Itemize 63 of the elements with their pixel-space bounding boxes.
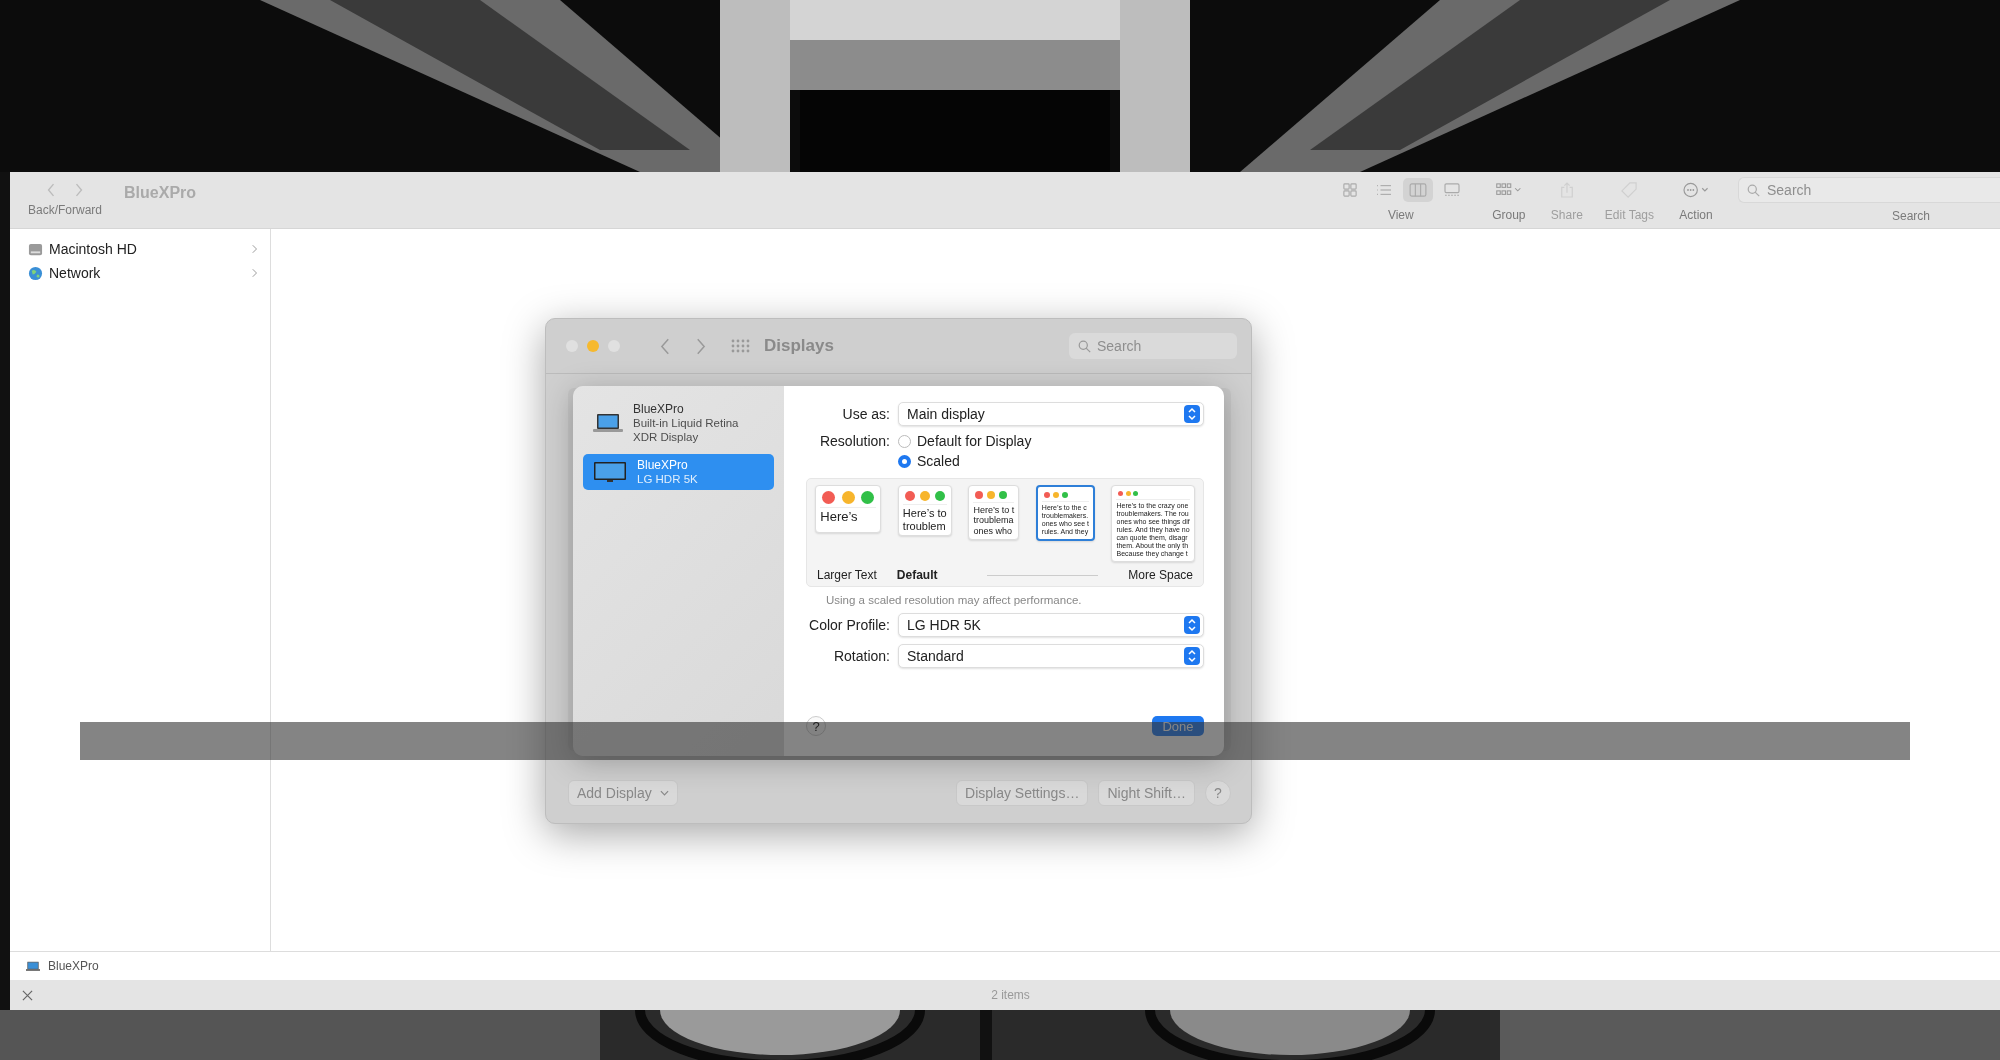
grid-icon <box>1340 183 1359 197</box>
list-icon <box>1374 183 1393 197</box>
grid-icon[interactable] <box>730 339 750 353</box>
display-description: LG HDR 5K <box>637 472 698 486</box>
display-name: BlueXPro <box>633 402 685 416</box>
search-icon <box>1078 339 1091 353</box>
scale-label: Larger Text <box>817 568 877 583</box>
rotation-dropdown[interactable]: Standard <box>898 644 1204 669</box>
back-icon[interactable] <box>46 183 56 197</box>
search-field[interactable]: Search <box>1738 177 2000 203</box>
sidebar-item[interactable]: Macintosh HD <box>10 237 270 261</box>
help-button[interactable]: ? <box>806 716 826 736</box>
laptop-icon <box>593 413 623 433</box>
gallery-icon <box>1442 183 1461 197</box>
monitor-icon <box>593 461 627 483</box>
chevron-icon <box>252 268 258 278</box>
chevron-icon <box>252 244 258 254</box>
radio-option[interactable]: Scaled <box>898 453 1032 469</box>
more-icon <box>1682 182 1710 198</box>
minimize-icon[interactable] <box>587 340 599 352</box>
globe-icon <box>28 265 43 281</box>
display-description: Built-in Liquid Retina XDR Display <box>633 416 740 444</box>
item-count: 2 items <box>991 988 1030 1002</box>
toolbar-label: View <box>1387 208 1414 222</box>
sidebar-item[interactable]: Network <box>10 261 270 285</box>
field-label: Use as: <box>841 406 890 422</box>
window-title: Displays <box>764 336 834 356</box>
view-button[interactable] <box>1402 178 1433 202</box>
scale-option[interactable]: Here’s to troublem <box>897 485 952 537</box>
close-icon[interactable] <box>22 989 33 1001</box>
scale-label: Default <box>896 568 938 583</box>
scale-option[interactable]: Here’s <box>815 485 882 533</box>
columns-icon <box>1408 183 1427 197</box>
chevron-icon <box>659 790 669 796</box>
stepper-icon <box>1184 616 1200 635</box>
toolbar-label: Back/Forward <box>28 203 103 217</box>
scale-option[interactable]: Here’s to t troublema ones who <box>968 485 1020 541</box>
color-profile-dropdown[interactable]: LG HDR 5K <box>898 613 1204 638</box>
laptop-icon <box>26 960 40 972</box>
radio-option[interactable]: Default for Display <box>898 433 1032 449</box>
window-title: BlueXPro <box>124 184 197 202</box>
use-as-dropdown[interactable]: Main display <box>898 402 1204 426</box>
scale-label: More Space <box>1128 568 1193 583</box>
search-icon <box>1747 183 1760 197</box>
field-label: Color Profile: <box>808 617 890 634</box>
path-item[interactable]: BlueXPro <box>48 959 99 973</box>
field-label: Rotation: <box>832 648 890 665</box>
toolbar-label: Search <box>1891 209 1930 223</box>
stepper-icon <box>1184 405 1200 423</box>
toolbar-label: Share <box>1550 208 1583 222</box>
back-icon[interactable] <box>660 337 671 355</box>
toolbar-label: Edit Tags <box>1604 208 1654 222</box>
search-field[interactable]: Search <box>1069 333 1237 359</box>
toolbar-label: Group <box>1492 208 1526 222</box>
hint-text: Using a scaled resolution may affect performance. <box>825 594 1083 607</box>
stepper-icon <box>1184 647 1200 666</box>
forward-icon[interactable] <box>74 183 84 197</box>
field-label: Resolution: <box>818 433 890 449</box>
toolbar-label: Action <box>1679 208 1713 222</box>
grid-icon <box>1494 183 1523 197</box>
forward-icon[interactable] <box>695 337 706 355</box>
display-item[interactable]: BlueXPro Built-in Liquid Retina XDR Display <box>583 398 774 448</box>
display-name: BlueXPro <box>637 458 689 472</box>
